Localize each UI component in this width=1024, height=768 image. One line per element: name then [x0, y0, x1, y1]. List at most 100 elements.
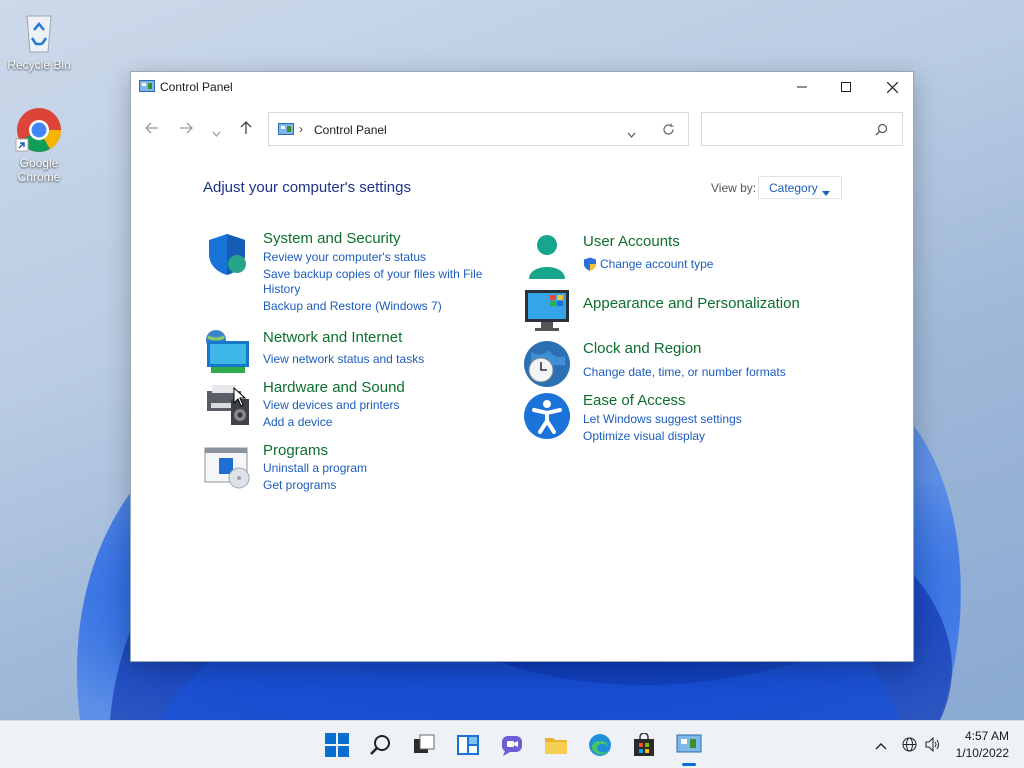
user-icon: [523, 233, 571, 281]
category-system-security: System and Security Review your computer…: [203, 230, 493, 320]
task-view-icon: [414, 734, 435, 753]
windows-logo-icon: [325, 733, 349, 757]
monitor-icon: [523, 288, 571, 336]
category-clock-region: Clock and Region Change date, time, or n…: [523, 340, 833, 388]
chat-button[interactable]: [500, 733, 524, 757]
control-panel-window: Control Panel › Control Panel Adjust you…: [130, 71, 914, 662]
link-optimize-display[interactable]: Optimize visual display: [583, 429, 705, 444]
minimize-icon: [797, 86, 807, 88]
category-title[interactable]: Appearance and Personalization: [583, 295, 800, 312]
edge-icon: [589, 734, 611, 756]
mouse-cursor: [233, 386, 247, 410]
widgets-button[interactable]: [456, 733, 480, 757]
address-dropdown-button[interactable]: [627, 127, 636, 141]
minimize-button[interactable]: [779, 72, 825, 102]
active-app-indicator: [682, 763, 696, 766]
caret-down-icon: [822, 185, 830, 199]
link-uninstall-program[interactable]: Uninstall a program: [263, 461, 367, 476]
volume-button[interactable]: [925, 736, 941, 755]
programs-icon: [203, 442, 251, 490]
chevron-up-icon: [875, 743, 887, 750]
link-change-date-time[interactable]: Change date, time, or number formats: [583, 365, 786, 380]
category-title[interactable]: Ease of Access: [583, 392, 686, 409]
clock-globe-icon: [523, 340, 571, 388]
control-panel-taskbar-button[interactable]: [676, 733, 702, 757]
store-button[interactable]: [632, 732, 656, 757]
arrow-up-icon: [240, 121, 252, 134]
refresh-icon: [663, 123, 674, 135]
view-by-select[interactable]: Category: [758, 176, 842, 199]
arrow-right-icon: [180, 122, 193, 134]
chat-icon: [502, 736, 522, 756]
link-windows-suggest[interactable]: Let Windows suggest settings: [583, 412, 742, 427]
uac-shield-icon: [583, 257, 597, 274]
breadcrumb-control-panel[interactable]: Control Panel: [314, 123, 387, 137]
category-title[interactable]: Hardware and Sound: [263, 379, 405, 396]
close-icon: [886, 81, 898, 93]
category-appearance: Appearance and Personalization: [523, 288, 833, 331]
link-get-programs[interactable]: Get programs: [263, 478, 336, 493]
desktop-icon-label: Google Chrome: [17, 156, 61, 184]
category-title[interactable]: User Accounts: [583, 233, 680, 250]
back-button[interactable]: [145, 121, 159, 139]
window-title: Control Panel: [160, 80, 233, 94]
folder-icon: [545, 738, 567, 754]
start-button[interactable]: [325, 733, 349, 757]
network-status-button[interactable]: [902, 737, 917, 755]
link-backup-restore[interactable]: Backup and Restore (Windows 7): [263, 299, 442, 314]
view-by-value: Category: [769, 181, 818, 195]
link-add-device[interactable]: Add a device: [263, 415, 332, 430]
chevron-down-icon: [212, 131, 221, 137]
edge-button[interactable]: [588, 733, 612, 757]
search-icon: [370, 735, 390, 755]
link-save-backup[interactable]: Save backup copies of your files with Fi…: [263, 267, 482, 282]
clock-time: 4:57 AM: [964, 729, 1009, 743]
link-devices-printers[interactable]: View devices and printers: [263, 398, 400, 413]
control-panel-icon: [676, 734, 702, 753]
task-view-button[interactable]: [412, 733, 436, 757]
view-by-label: View by:: [711, 181, 757, 195]
close-button[interactable]: [869, 72, 915, 102]
desktop-icon-recycle-bin[interactable]: Recycle Bin: [4, 8, 74, 72]
address-bar[interactable]: › Control Panel: [268, 112, 689, 146]
forward-button[interactable]: [179, 121, 193, 139]
link-network-status[interactable]: View network status and tasks: [263, 352, 424, 367]
chrome-icon: [15, 106, 63, 154]
desktop-icon-google-chrome[interactable]: Google Chrome: [4, 106, 74, 184]
control-panel-icon: [139, 80, 155, 97]
link-review-status[interactable]: Review your computer's status: [263, 250, 426, 265]
speaker-icon: [925, 736, 939, 753]
chevron-right-icon: ›: [299, 122, 303, 136]
show-hidden-icons-button[interactable]: [875, 739, 887, 753]
search-icon: [875, 123, 888, 139]
taskbar: 4:57 AM 1/10/2022: [0, 720, 1024, 768]
link-save-backup-cont[interactable]: History: [263, 282, 300, 297]
category-title[interactable]: Network and Internet: [263, 329, 402, 346]
maximize-button[interactable]: [823, 72, 869, 102]
category-programs: Programs Uninstall a program Get program…: [203, 442, 493, 493]
widgets-icon: [457, 735, 479, 755]
refresh-button[interactable]: [662, 123, 675, 139]
search-input[interactable]: [701, 112, 903, 146]
arrow-left-icon: [145, 122, 158, 134]
maximize-icon: [841, 82, 851, 92]
title-bar[interactable]: Control Panel: [131, 72, 913, 102]
category-ease-of-access: Ease of Access Let Windows suggest setti…: [523, 392, 833, 444]
link-change-account-type[interactable]: Change account type: [600, 257, 713, 272]
store-icon: [634, 732, 654, 756]
globe-icon: [902, 737, 917, 752]
file-explorer-button[interactable]: [544, 733, 568, 757]
category-title[interactable]: Clock and Region: [583, 340, 701, 357]
page-heading: Adjust your computer's settings: [203, 179, 411, 196]
clock-date: 1/10/2022: [955, 746, 1009, 760]
control-panel-icon: [278, 123, 294, 140]
chevron-down-icon: [627, 132, 636, 138]
category-title[interactable]: System and Security: [263, 230, 401, 247]
clock-button[interactable]: 4:57 AM 1/10/2022: [948, 727, 1010, 763]
address-row: › Control Panel: [131, 112, 913, 146]
category-title[interactable]: Programs: [263, 442, 328, 459]
search-button[interactable]: [369, 733, 393, 757]
recent-locations-button[interactable]: [212, 124, 221, 141]
desktop-icon-label: Recycle Bin: [7, 58, 71, 72]
up-button[interactable]: [239, 121, 253, 139]
